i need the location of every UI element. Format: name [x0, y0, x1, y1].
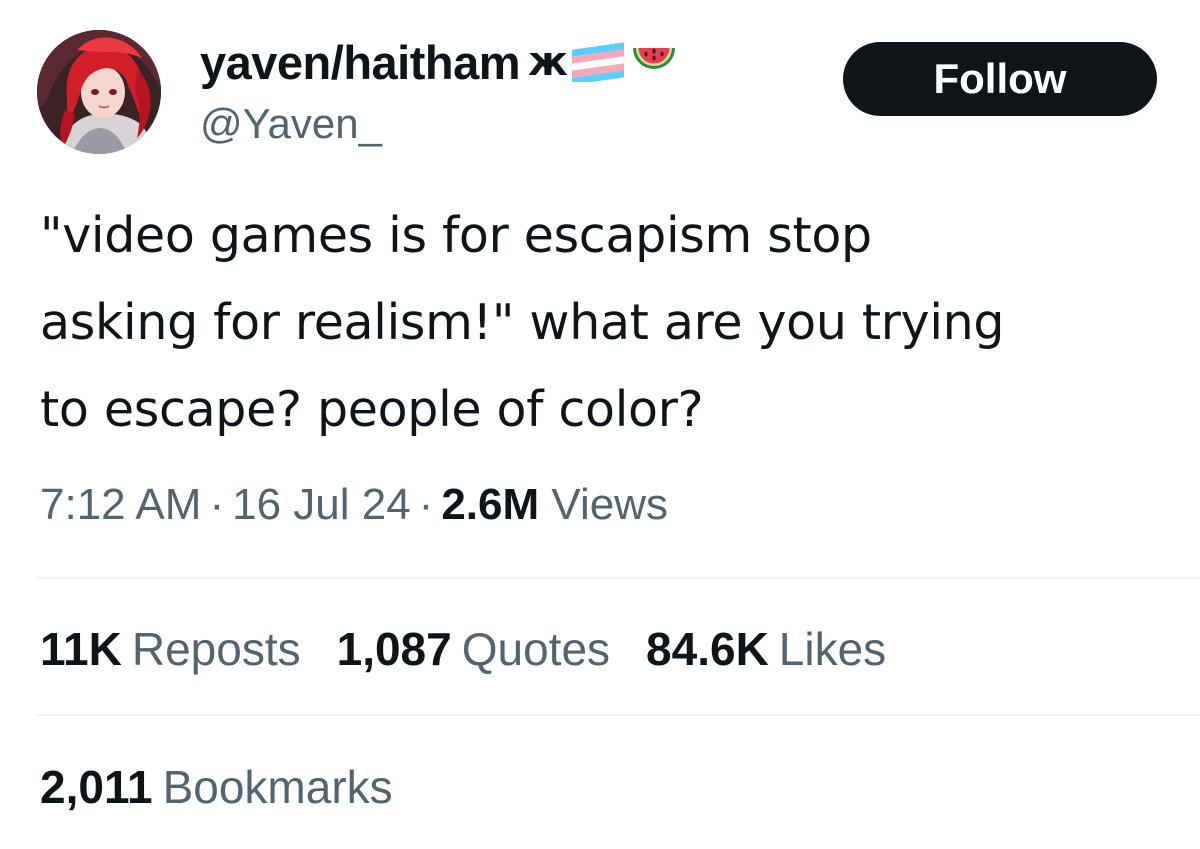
- author-identity: yaven/haitham ж @Yaven_: [200, 32, 820, 148]
- avatar[interactable]: [37, 30, 161, 154]
- reposts-label: Reposts: [131, 623, 301, 675]
- tweet-text: "video games is for escapism stop asking…: [40, 207, 1005, 438]
- likes-stat[interactable]: 84.6K Likes: [646, 622, 886, 676]
- name-glyph: ж: [528, 39, 568, 85]
- meta-separator: ·: [209, 480, 225, 529]
- handle[interactable]: @Yaven_: [200, 100, 820, 148]
- follow-button[interactable]: Follow: [843, 42, 1157, 116]
- views-count: 2.6M: [441, 480, 540, 529]
- name-row: yaven/haitham ж: [200, 32, 820, 92]
- views-label: Views: [551, 480, 668, 529]
- transgender-flag-icon: [570, 38, 628, 87]
- tweet-time[interactable]: 7:12 AM: [40, 480, 201, 529]
- bookmarks-count: 2,011: [40, 761, 153, 813]
- bookmarks-label: Bookmarks: [162, 761, 393, 813]
- engagement-stats: 11K Reposts 1,087 Quotes 84.6K Likes: [40, 622, 886, 676]
- quotes-count: 1,087: [336, 623, 452, 675]
- likes-label: Likes: [778, 623, 887, 675]
- tweet-date[interactable]: 16 Jul 24: [232, 480, 411, 529]
- watermelon-icon: [630, 38, 678, 87]
- reposts-stat[interactable]: 11K Reposts: [40, 622, 301, 676]
- reposts-count: 11K: [40, 623, 122, 675]
- tweet-meta: 7:12 AM · 16 Jul 24 · 2.6M Views: [40, 480, 668, 530]
- likes-count: 84.6K: [646, 623, 769, 675]
- quotes-label: Quotes: [461, 623, 611, 675]
- divider: [37, 577, 1200, 579]
- divider: [37, 714, 1200, 716]
- meta-separator: ·: [418, 480, 434, 529]
- display-name[interactable]: yaven/haitham: [200, 35, 521, 90]
- quotes-stat[interactable]: 1,087 Quotes: [337, 622, 610, 676]
- bookmarks-stat[interactable]: 2,011 Bookmarks: [40, 760, 393, 814]
- red-haired-anime-avatar-icon: [37, 30, 161, 154]
- tweet-card: yaven/haitham ж @Yaven_ Follow "video ga…: [0, 0, 1200, 849]
